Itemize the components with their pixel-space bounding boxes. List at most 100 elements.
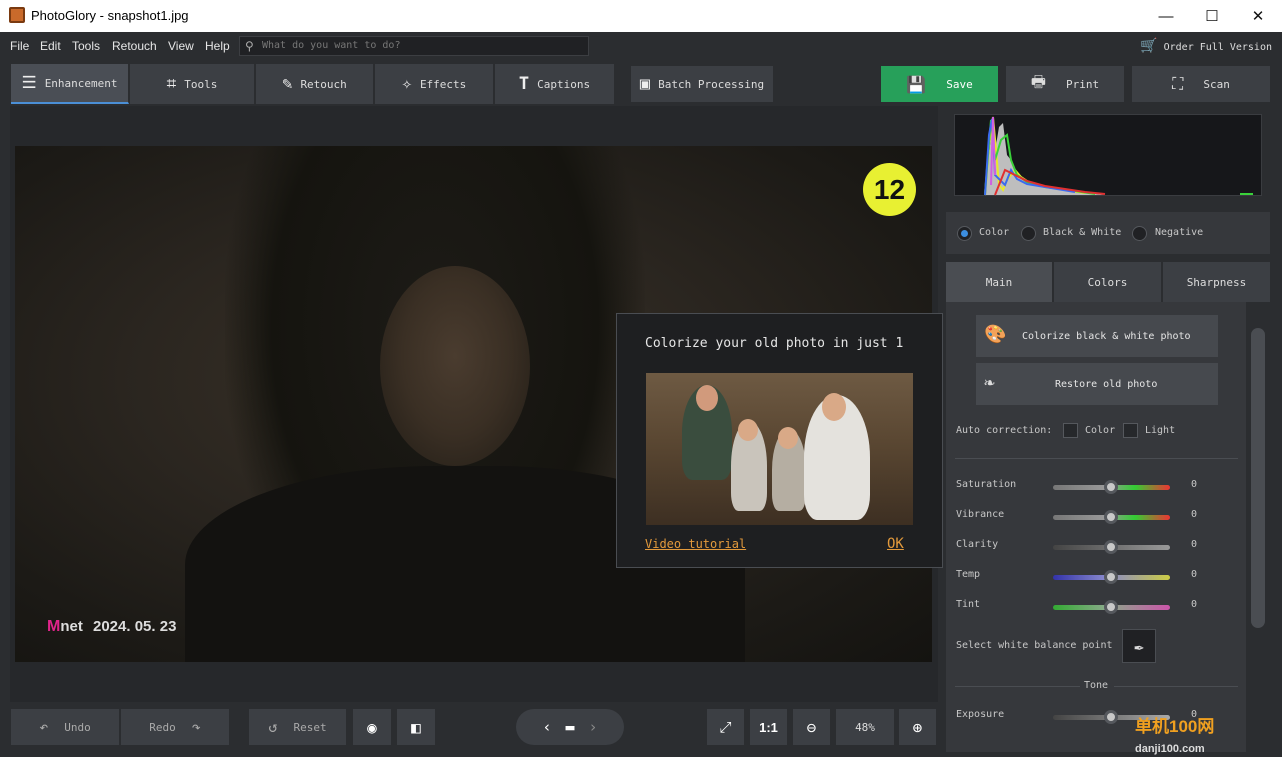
next-image-icon[interactable]: › — [589, 718, 598, 736]
zoom-in-button[interactable]: ⊕ — [899, 709, 936, 745]
white-balance-label: Select white balance point — [956, 640, 1113, 651]
batch-processing-button[interactable]: ▣ Batch Processing — [631, 66, 774, 102]
print-button[interactable]: 🖶 Print — [1006, 66, 1124, 102]
menu-file[interactable]: File — [10, 39, 29, 53]
tab-main[interactable]: Main — [946, 262, 1052, 302]
auto-color-label: Color — [1085, 425, 1116, 436]
redo-label: Redo — [149, 720, 176, 734]
actual-size-button[interactable]: 1:1 — [750, 709, 787, 745]
palette-icon: 🎨 — [984, 324, 1007, 345]
redo-icon: ↷ — [191, 718, 201, 736]
zoom-out-button[interactable]: ⊖ — [793, 709, 830, 745]
tab-enhancement[interactable]: ☰ Enhancement — [11, 64, 129, 104]
tab-captions-label: Captions — [537, 77, 591, 91]
restore-old-photo-button[interactable]: ❧ Restore old photo — [976, 363, 1218, 405]
print-label: Print — [1065, 77, 1100, 91]
crop-icon: ⌗ — [166, 74, 177, 94]
sliders-icon: ☰ — [21, 73, 37, 93]
vibrance-value: 0 — [1191, 509, 1198, 520]
tab-retouch[interactable]: ✎ Retouch — [256, 64, 374, 104]
folder-icon[interactable]: ▬ — [565, 718, 574, 736]
zoom-level-field[interactable]: 48% — [836, 709, 894, 745]
eye-icon: ◉ — [367, 717, 377, 737]
auto-color-checkbox[interactable] — [1063, 423, 1078, 438]
main-toolbar: ☰ Enhancement ⌗ Tools ✎ Retouch ✧ Effect… — [0, 60, 1282, 106]
video-tutorial-link[interactable]: Video tutorial — [645, 537, 746, 551]
watermark-main: 单机100网 — [1135, 717, 1215, 736]
tone-divider-left — [955, 686, 1080, 687]
radio-color[interactable] — [957, 226, 972, 241]
search-input[interactable]: ⚲ What do you want to do? — [239, 36, 589, 56]
tone-divider-right — [1114, 686, 1238, 687]
printer-icon: 🖶 — [1030, 71, 1046, 91]
temp-knob[interactable] — [1104, 570, 1118, 584]
scan-label: Scan — [1203, 77, 1230, 91]
saturation-knob[interactable] — [1104, 480, 1118, 494]
redo-button[interactable]: Redo ↷ — [121, 709, 229, 745]
scan-icon: ⛶ — [1172, 74, 1184, 93]
temp-label: Temp — [956, 569, 981, 580]
auto-light-checkbox[interactable] — [1123, 423, 1138, 438]
radio-black-white[interactable] — [1021, 226, 1036, 241]
floppy-icon: 💾 — [906, 74, 927, 94]
undo-button[interactable]: ↶ Undo — [11, 709, 119, 745]
radio-negative-label: Negative — [1155, 227, 1204, 238]
watermark-sub: danji100.com — [1135, 743, 1205, 755]
compare-icon: ◧ — [411, 717, 421, 737]
tint-knob[interactable] — [1104, 600, 1118, 614]
histogram-graph — [984, 116, 1253, 196]
zoom-out-icon: ⊖ — [806, 717, 817, 737]
order-full-version-link[interactable]: 🛒 Order Full Version — [1140, 38, 1272, 54]
mnet-m-icon: M — [47, 618, 61, 635]
auto-correction-label: Auto correction: — [956, 425, 1053, 436]
auto-light-label: Light — [1145, 425, 1176, 436]
temp-value: 0 — [1191, 569, 1198, 580]
maximize-button[interactable]: ☐ — [1189, 0, 1235, 32]
popup-ok-button[interactable]: OK — [887, 536, 904, 552]
colorize-tip-popup: Colorize your old photo in just 1 Video … — [616, 313, 943, 568]
scrollbar-thumb[interactable] — [1251, 328, 1265, 628]
tint-label: Tint — [956, 599, 981, 610]
menu-edit[interactable]: Edit — [40, 39, 61, 53]
fit-to-screen-button[interactable]: ⤢ — [707, 709, 744, 745]
menu-tools[interactable]: Tools — [72, 39, 100, 53]
batch-label: Batch Processing — [658, 77, 765, 91]
panel-scrollbar[interactable] — [1250, 308, 1266, 748]
tab-tools[interactable]: ⌗ Tools — [130, 64, 255, 104]
preview-eye-button[interactable]: ◉ — [353, 709, 391, 745]
tab-sharpness[interactable]: Sharpness — [1163, 262, 1270, 302]
divider — [955, 458, 1238, 459]
tab-colors[interactable]: Colors — [1054, 262, 1161, 302]
figure-man-face — [822, 393, 846, 421]
close-button[interactable]: ✕ — [1235, 0, 1281, 32]
radio-negative[interactable] — [1132, 226, 1147, 241]
reset-button[interactable]: ↺ Reset — [249, 709, 346, 745]
compare-button[interactable]: ◧ — [397, 709, 435, 745]
save-button[interactable]: 💾 Save — [881, 66, 998, 102]
figure-woman-face — [696, 385, 718, 411]
figure-girl-face — [778, 427, 798, 449]
photo-face — [380, 266, 530, 466]
menu-help[interactable]: Help — [205, 39, 230, 53]
menu-retouch[interactable]: Retouch — [112, 39, 157, 53]
eyedropper-icon: ✒ — [1134, 636, 1144, 656]
tone-section-label: Tone — [1084, 680, 1109, 691]
minimize-button[interactable]: — — [1143, 0, 1189, 32]
exposure-knob[interactable] — [1104, 710, 1118, 724]
colorize-bw-button[interactable]: 🎨 Colorize black & white photo — [976, 315, 1218, 357]
menu-view[interactable]: View — [168, 39, 194, 53]
histogram — [954, 114, 1262, 196]
vibrance-knob[interactable] — [1104, 510, 1118, 524]
tab-captions[interactable]: T Captions — [495, 64, 615, 104]
eyedropper-button[interactable]: ✒ — [1122, 629, 1156, 663]
app-icon — [9, 7, 25, 23]
reset-icon: ↺ — [268, 718, 278, 736]
prev-image-icon[interactable]: ‹ — [542, 718, 551, 736]
title-bar: PhotoGlory - snapshot1.jpg — ☐ ✕ — [0, 0, 1282, 32]
tab-effects[interactable]: ✧ Effects — [375, 64, 494, 104]
tab-enhancement-label: Enhancement — [44, 76, 118, 90]
saturation-value: 0 — [1191, 479, 1198, 490]
order-label: Order Full Version — [1163, 42, 1272, 53]
scan-button[interactable]: ⛶ Scan — [1132, 66, 1270, 102]
clarity-knob[interactable] — [1104, 540, 1118, 554]
